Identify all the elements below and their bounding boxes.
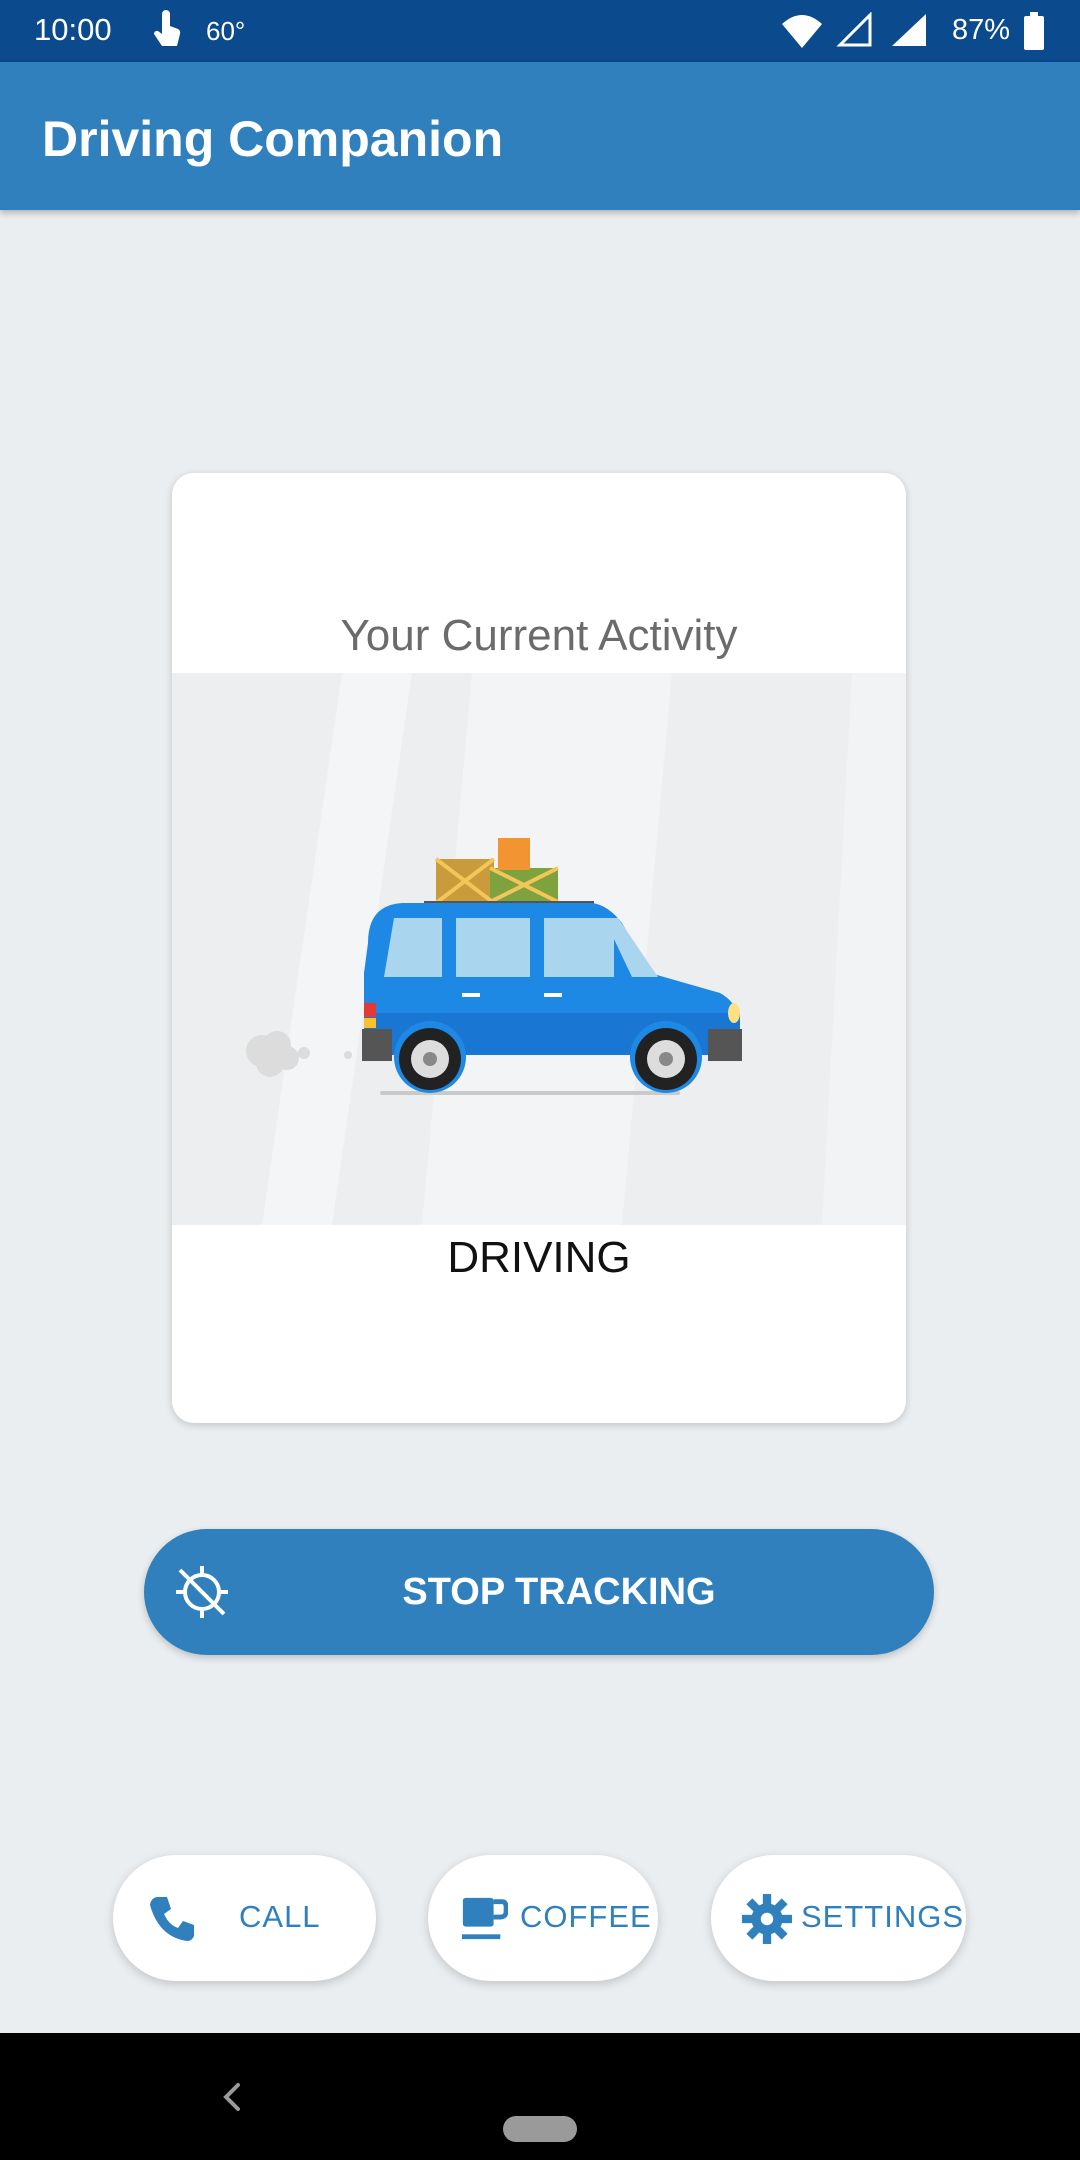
status-temperature: 60° [206,16,246,46]
status-time: 10:00 [34,12,112,47]
wifi-icon [782,15,822,48]
touch-icon [153,10,181,46]
coffee-button[interactable]: COFFEE [428,1855,658,1981]
activity-card: Your Current Activity DRIVING [172,473,906,1423]
phone-icon [150,1897,194,1941]
battery-percentage: 87% [952,14,1011,46]
stop-tracking-button[interactable]: STOP TRACKING [144,1529,934,1655]
gear-icon [742,1894,792,1944]
call-label: CALL [239,1899,321,1934]
signal-outline-icon [836,12,872,47]
settings-label: SETTINGS [801,1899,965,1934]
coffee-icon [461,1897,508,1940]
coffee-label: COFFEE [520,1899,652,1934]
app-bar: Driving Companion [0,62,1080,210]
status-bar: 10:00 60° 87% [0,0,1080,62]
stop-tracking-label: STOP TRACKING [402,1571,716,1613]
signal-icon [892,14,926,46]
car-illustration [172,673,906,1225]
navigation-bar [0,2033,1080,2160]
back-icon[interactable] [216,2073,248,2121]
settings-button[interactable]: SETTINGS [711,1855,966,1981]
call-button[interactable]: CALL [113,1855,376,1981]
card-heading: Your Current Activity [340,611,738,660]
activity-status: DRIVING [447,1233,631,1282]
battery-icon [1024,12,1044,50]
app-title: Driving Companion [42,111,504,167]
home-button[interactable] [503,2116,577,2142]
